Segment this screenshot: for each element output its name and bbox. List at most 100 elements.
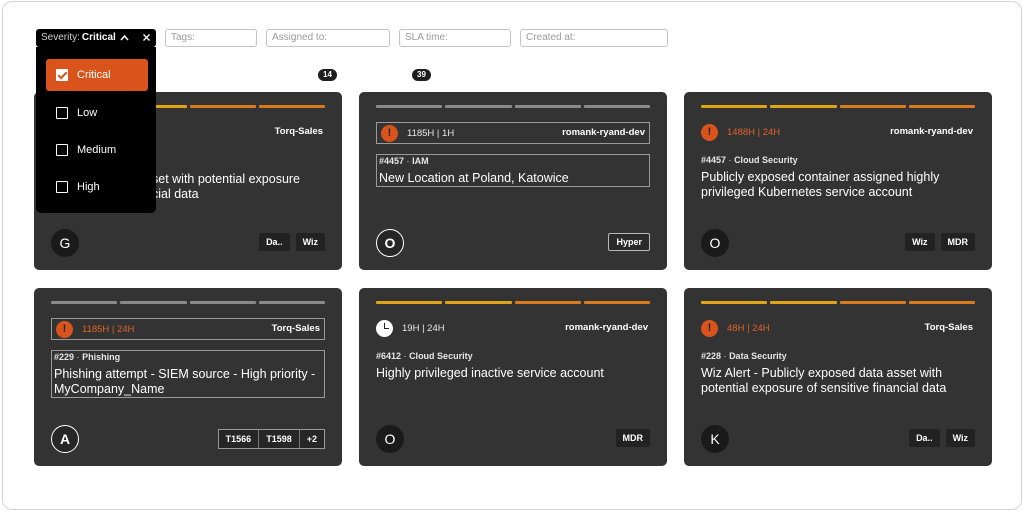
card-chip[interactable]: Wiz: [905, 233, 935, 251]
card-owner: romank-ryand-dev: [565, 322, 648, 333]
card-body: #6412 · Cloud Security Highly privileged…: [376, 350, 650, 384]
card-id: #229: [54, 352, 75, 362]
card-chips: Hyper: [608, 233, 650, 251]
sla-time-filter[interactable]: SLA time:: [399, 29, 511, 47]
card-chip[interactable]: Hyper: [608, 233, 650, 251]
severity-option-label: High: [77, 181, 100, 193]
card-body: #229 · Phishing Phishing attempt - SIEM …: [51, 350, 325, 398]
separator: ·: [403, 351, 407, 361]
card-title: Wiz Alert - Publicly exposed data asset …: [701, 366, 947, 395]
card-tag-line: #4457 · Cloud Security: [701, 154, 975, 166]
card-tag-line: #228 · Data Security: [701, 350, 975, 362]
alert-icon: !: [701, 319, 718, 337]
card-chip[interactable]: Da..: [259, 233, 290, 251]
more-chips[interactable]: +2: [299, 430, 324, 448]
severity-bars: [376, 105, 650, 108]
sla-time: 19H | 24H: [402, 322, 445, 334]
card-tag-line: #229 · Phishing: [54, 351, 322, 363]
card-chip[interactable]: Da..: [909, 429, 940, 447]
card-category: Cloud Security: [409, 351, 473, 361]
case-card[interactable]: ! 48H | 24H Torq-Sales #228 · Data Secur…: [684, 288, 992, 466]
card-chip[interactable]: MDR: [615, 429, 650, 447]
severity-option-label: Medium: [77, 144, 117, 156]
checkbox-icon: [56, 181, 68, 193]
avatar: K: [701, 425, 729, 453]
card-chips: Wiz MDR: [905, 233, 975, 251]
card-chips: T1566 T1598 +2: [217, 429, 325, 449]
severity-bars: [376, 301, 650, 304]
separator: ·: [723, 351, 727, 361]
card-chip[interactable]: Wiz: [295, 233, 325, 251]
card-chips: Da.. Wiz: [909, 429, 975, 447]
sla-indicator: 19H | 24H: [376, 318, 445, 338]
case-card[interactable]: ! 1488H | 24H romank-ryand-dev #4457 · C…: [684, 92, 992, 270]
card-top-row: ! 1488H | 24H romank-ryand-dev: [701, 122, 975, 144]
mitre-chip[interactable]: T1566: [218, 430, 260, 448]
created-filter-placeholder: Created at:: [526, 32, 576, 43]
sla-indicator: ! 1185H | 1H: [381, 123, 454, 143]
separator: ·: [76, 352, 80, 362]
case-card[interactable]: ! 1185H | 24H Torq-Sales #229 · Phishing…: [34, 288, 342, 466]
severity-filter-label: Severity:: [41, 32, 80, 43]
column-count-badge: 14: [318, 69, 337, 81]
sla-time: 48H | 24H: [727, 322, 770, 334]
card-chips: MDR: [615, 429, 650, 447]
alert-icon: !: [701, 123, 718, 141]
card-id: #6412: [376, 351, 402, 361]
severity-option-high[interactable]: High: [46, 171, 148, 203]
card-owner: Torq-Sales: [274, 126, 323, 137]
sla-indicator: ! 48H | 24H: [701, 318, 770, 338]
avatar: O: [376, 229, 404, 257]
card-owner: romank-ryand-dev: [890, 126, 973, 137]
case-card[interactable]: ! 1185H | 1H romank-ryand-dev #4457 · IA…: [359, 92, 667, 270]
card-title: New Location at Poland, Katowice: [379, 171, 569, 185]
card-owner: romank-ryand-dev: [562, 127, 645, 138]
severity-option-low[interactable]: Low: [46, 97, 148, 129]
card-body: #4457 · IAM New Location at Poland, Kato…: [376, 154, 650, 187]
card-chip[interactable]: Wiz: [945, 429, 975, 447]
checkbox-icon: [56, 107, 68, 119]
card-top-row: ! 1185H | 1H romank-ryand-dev: [376, 122, 650, 144]
card-title: Phishing attempt - SIEM source - High pr…: [54, 367, 316, 396]
separator: ·: [728, 155, 732, 165]
card-chips: Da.. Wiz: [259, 233, 325, 251]
severity-option-critical[interactable]: Critical: [46, 59, 148, 91]
severity-dropdown: Critical Low Medium High: [36, 47, 156, 213]
severity-bars: [701, 301, 975, 304]
card-top-row: ! 1185H | 24H Torq-Sales: [51, 318, 325, 340]
tags-filter-placeholder: Tags:: [171, 32, 195, 43]
column-count-badge: 39: [412, 69, 431, 81]
card-title: Highly privileged inactive service accou…: [376, 366, 604, 380]
assigned-to-filter[interactable]: Assigned to:: [266, 29, 390, 47]
case-card[interactable]: 19H | 24H romank-ryand-dev #6412 · Cloud…: [359, 288, 667, 466]
severity-option-label: Critical: [77, 69, 111, 81]
card-body: #4457 · Cloud Security Publicly exposed …: [701, 154, 975, 199]
severity-option-medium[interactable]: Medium: [46, 134, 148, 166]
assigned-filter-placeholder: Assigned to:: [272, 32, 328, 43]
card-chip[interactable]: MDR: [940, 233, 975, 251]
card-category: Data Security: [729, 351, 787, 361]
checkbox-icon: [56, 144, 68, 156]
sla-indicator: ! 1488H | 24H: [701, 122, 780, 142]
alert-icon: !: [381, 124, 398, 142]
card-category: Phishing: [82, 352, 121, 362]
mitre-chip[interactable]: T1598: [259, 430, 300, 448]
tags-filter[interactable]: Tags:: [165, 29, 257, 47]
card-tag-line: #6412 · Cloud Security: [376, 350, 650, 362]
avatar: A: [51, 425, 79, 453]
created-at-filter[interactable]: Created at:: [520, 29, 668, 47]
card-id: #4457: [379, 156, 405, 166]
card-tag-line: #4457 · IAM: [379, 155, 647, 167]
card-top-row: 19H | 24H romank-ryand-dev: [376, 318, 650, 340]
app-frame: Severity: Critical Tags: Assigned to: SL…: [2, 1, 1022, 510]
avatar: O: [701, 229, 729, 257]
separator: ·: [406, 156, 410, 166]
severity-filter-chip[interactable]: Severity: Critical: [36, 29, 156, 47]
card-top-row: ! 48H | 24H Torq-Sales: [701, 318, 975, 340]
card-owner: Torq-Sales: [924, 322, 973, 333]
alert-icon: !: [56, 320, 73, 338]
checkbox-checked-icon: [56, 69, 68, 81]
card-id: #4457: [701, 155, 727, 165]
card-category: Cloud Security: [734, 155, 798, 165]
card-body: #228 · Data Security Wiz Alert - Publicl…: [701, 350, 975, 395]
